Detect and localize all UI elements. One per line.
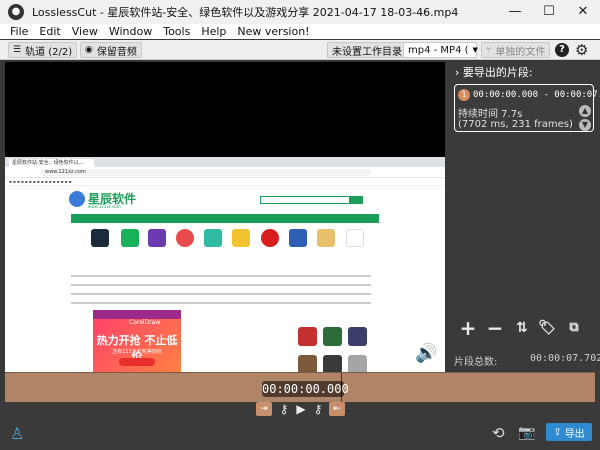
person-icon[interactable]: ♙ <box>10 424 24 443</box>
merge-icon: ⑂ <box>486 45 492 55</box>
export-icon: ⇪ <box>553 426 562 438</box>
export-button[interactable]: ⇪ 导出 <box>546 423 592 441</box>
app-icon <box>289 229 307 247</box>
menu-edit[interactable]: Edit <box>39 25 60 38</box>
promo-brand: CorelDraw <box>129 319 161 326</box>
tracks-label: 轨道 (2/2) <box>25 46 73 58</box>
tracks-button[interactable]: ☰ 轨道 (2/2) <box>8 42 78 58</box>
set-end-icon[interactable]: ⇤ <box>329 402 345 416</box>
app-icon <box>232 229 250 247</box>
game-icon <box>298 327 317 346</box>
split-icon[interactable]: ⧉ <box>563 317 585 339</box>
site-header: 星辰软件 www.121xz.com <box>5 186 445 214</box>
app-icon <box>121 229 139 247</box>
site-app-icons <box>5 223 445 263</box>
playback-controls: ⇥ ⚷ ▶ ⚷ ⇤ ♙ ⟲ 📷 ⇪ 导出 <box>0 402 600 450</box>
segment-range: 00:00:00.000 - 00:00:07.702 <box>473 90 600 100</box>
segment-number-badge: 1 <box>458 89 470 101</box>
video-player[interactable]: 星辰软件站-安全、绿色软件以... www.121xz.com ▪ ▪ ▪ ▪ … <box>5 62 445 397</box>
site-url: www.121xz.com <box>88 204 121 209</box>
audio-icon: ◉ <box>85 45 93 55</box>
keep-audio-label: 保留音频 <box>96 46 137 58</box>
promo-button <box>119 358 155 366</box>
segment-detail: (7702 ms, 231 frames) <box>458 119 573 130</box>
set-start-icon[interactable]: ⇥ <box>256 402 272 416</box>
browser-tabstrip: 星辰软件站-安全、绿色软件以... <box>5 157 445 167</box>
site-logo-icon <box>69 191 85 207</box>
format-label: mp4 - MP4 ( <box>408 44 469 56</box>
title-bar: ● LosslessCut - 星辰软件站-安全、绿色软件以及游戏分享 2021… <box>0 0 600 24</box>
minimize-button[interactable]: — <box>498 0 532 24</box>
move-up-icon[interactable]: ▲ <box>579 105 591 117</box>
app-icon <box>91 229 109 247</box>
chevron-down-icon: ▼ <box>472 46 478 54</box>
add-segment-button[interactable]: + <box>457 317 479 339</box>
tag-icon[interactable]: 🏷 <box>536 317 558 339</box>
browser-bookmarks: ▪ ▪ ▪ ▪ ▪ ▪ ▪ ▪ ▪ ▪ ▪ ▪ ▪ ▪ ▪ ▪ <box>5 178 445 186</box>
volume-icon[interactable]: 🔊 <box>415 343 437 364</box>
key-icon[interactable]: ⚷ <box>311 402 325 416</box>
app-icon <box>204 229 222 247</box>
app-icon <box>317 229 335 247</box>
maximize-button[interactable]: ☐ <box>532 0 566 24</box>
working-directory-button[interactable]: 未设置工作目录 <box>327 42 407 58</box>
single-file-label: 单独的文件 <box>495 46 546 58</box>
close-button[interactable]: ✕ <box>566 0 600 24</box>
toolbar: ☰ 轨道 (2/2) ◉ 保留音频 未设置工作目录 mp4 - MP4 ( ▼ … <box>0 40 600 60</box>
segments-title: › 要导出的片段: <box>455 64 533 80</box>
format-select[interactable]: mp4 - MP4 ( ▼ <box>403 42 478 58</box>
text-line <box>71 284 371 286</box>
segment-duration: 持续时间 7.7s <box>458 109 523 120</box>
camera-icon[interactable]: 📷 <box>518 425 535 441</box>
app-icon <box>346 229 364 247</box>
menu-file[interactable]: File <box>10 25 28 38</box>
current-time[interactable]: 00:00:00.000 <box>262 381 349 397</box>
app-icon <box>148 229 166 247</box>
single-file-button[interactable]: ⑂ 单独的文件 <box>481 42 551 58</box>
app-icon <box>261 229 279 247</box>
site-search-button <box>349 196 363 204</box>
list-icon: ☰ <box>13 45 22 55</box>
help-icon[interactable]: ? <box>555 43 569 57</box>
text-line <box>71 293 371 295</box>
menu-new-version[interactable]: New version! <box>237 25 309 38</box>
menu-view[interactable]: View <box>72 25 98 38</box>
browser-tab: 星辰软件站-安全、绿色软件以... <box>9 159 94 167</box>
total-segments-label: 片段总数: <box>454 357 498 368</box>
play-icon[interactable]: ▶ <box>294 402 308 416</box>
gear-icon[interactable]: ⚙ <box>575 41 588 59</box>
menu-tools[interactable]: Tools <box>163 25 190 38</box>
promo-subline: 还有111元红包等你抢 <box>112 349 162 355</box>
video-frame-content: 星辰软件站-安全、绿色软件以... www.121xz.com ▪ ▪ ▪ ▪ … <box>5 157 445 397</box>
menu-bar: File Edit View Window Tools Help New ver… <box>0 24 600 39</box>
text-line <box>71 302 371 304</box>
move-down-icon[interactable]: ▼ <box>579 119 591 131</box>
browser-address-bar: www.121xz.com <box>5 167 445 178</box>
keep-audio-button[interactable]: ◉ 保留音频 <box>80 42 142 58</box>
key-icon[interactable]: ⚷ <box>277 402 291 416</box>
app-icon <box>176 229 194 247</box>
menu-help[interactable]: Help <box>201 25 226 38</box>
rotate-icon[interactable]: ⟲ <box>492 424 505 442</box>
lossless-cut-window: ● LosslessCut - 星辰软件站-安全、绿色软件以及游戏分享 2021… <box>0 0 600 450</box>
text-line <box>71 275 371 277</box>
sort-icon[interactable]: ⇅ <box>511 317 533 339</box>
site-search-box <box>260 196 350 204</box>
segments-title-text: 要导出的片段: <box>462 66 533 79</box>
game-icon <box>348 327 367 346</box>
remove-segment-button[interactable]: − <box>484 317 506 339</box>
browser-address: www.121xz.com <box>41 168 371 176</box>
promo-bar <box>93 310 181 319</box>
app-logo-icon: ● <box>8 4 24 20</box>
menu-window[interactable]: Window <box>109 25 152 38</box>
segment-card[interactable]: 1 00:00:00.000 - 00:00:07.702 持续时间 7.7s … <box>454 84 600 132</box>
total-segments-value: 00:00:07.702 <box>530 353 600 364</box>
game-icon <box>323 327 342 346</box>
timeline[interactable]: 00:00:00.000 <box>5 372 595 403</box>
window-title: LosslessCut - 星辰软件站-安全、绿色软件以及游戏分享 2021-0… <box>32 6 459 19</box>
site-nav <box>71 214 379 223</box>
export-label: 导出 <box>564 428 585 440</box>
chevron-right-icon[interactable]: › <box>455 66 459 79</box>
